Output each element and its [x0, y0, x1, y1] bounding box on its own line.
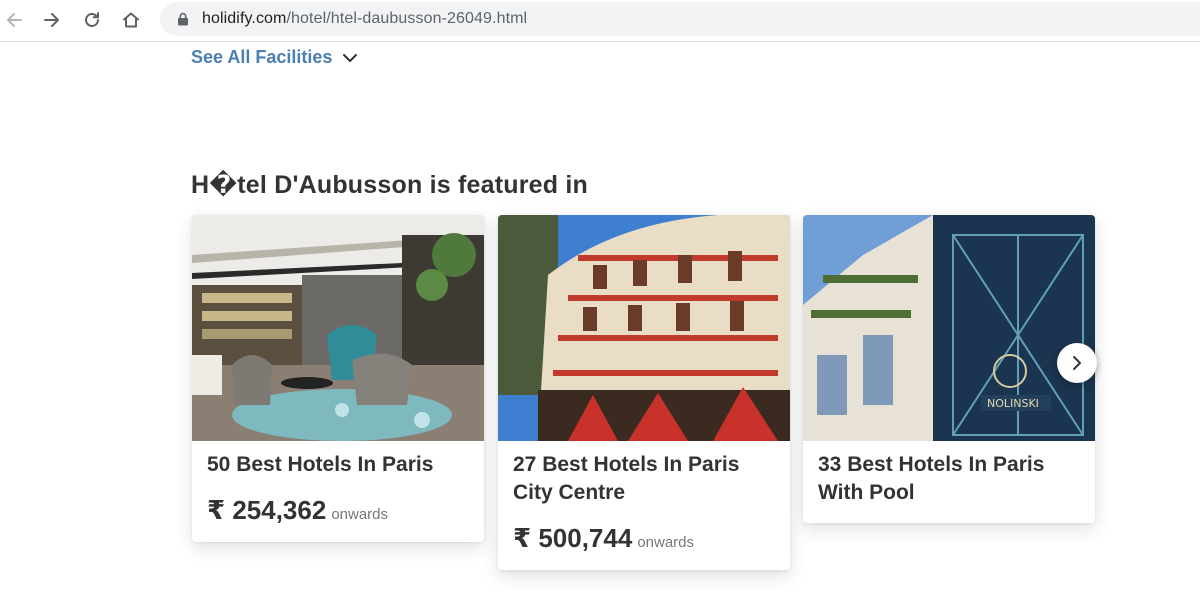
reload-button[interactable] [80, 8, 104, 32]
featured-card-50-best-hotels[interactable]: 50 Best Hotels In Paris ₹ 254,362 onward… [192, 215, 484, 542]
forward-button[interactable] [40, 8, 64, 32]
card-image-parisian-facade [498, 215, 790, 441]
card-body: 33 Best Hotels In Paris With Pool [803, 441, 1095, 523]
arrow-left-icon [7, 13, 22, 27]
price-amount: ₹ 500,744 [513, 523, 633, 553]
svg-text:NOLINSKI: NOLINSKI [987, 397, 1039, 410]
url-host: holidify.com [202, 10, 287, 27]
card-title: 27 Best Hotels In Paris City Centre [513, 453, 740, 504]
featured-card-27-best-hotels[interactable]: 27 Best Hotels In Paris City Centre ₹ 50… [498, 215, 790, 570]
chevron-down-icon [343, 53, 358, 62]
back-button[interactable] [2, 8, 26, 32]
see-all-facilities-label: See All Facilities [191, 47, 333, 67]
lock-icon [178, 12, 188, 26]
url-bar[interactable]: holidify.com/hotel/htel-daubusson-26049.… [160, 2, 1200, 36]
card-image-hotel-lounge [192, 215, 484, 441]
carousel-next-button[interactable] [1057, 343, 1097, 383]
url-path: /hotel/htel-daubusson-26049.html [286, 10, 528, 27]
card-title: 33 Best Hotels In Paris With Pool [818, 453, 1045, 504]
card-title: 50 Best Hotels In Paris [207, 453, 434, 476]
card-image-nolinski-entrance: NOLINSKI [803, 215, 1095, 441]
see-all-facilities-toggle[interactable]: See All Facilities [191, 47, 358, 68]
featured-card-list: 50 Best Hotels In Paris ₹ 254,362 onward… [192, 215, 1200, 594]
price-suffix: onwards [637, 534, 695, 551]
reload-icon [85, 12, 99, 27]
home-button[interactable] [119, 8, 143, 32]
home-icon [123, 12, 139, 28]
browser-toolbar: holidify.com/hotel/htel-daubusson-26049.… [0, 0, 1200, 42]
url-text: holidify.com/hotel/htel-daubusson-26049.… [202, 10, 527, 28]
card-price: ₹ 500,744 onwards [513, 523, 774, 554]
card-price: ₹ 254,362 onwards [207, 495, 468, 526]
chevron-right-icon [1073, 356, 1081, 370]
arrow-right-icon [44, 13, 59, 27]
card-body: 27 Best Hotels In Paris City Centre ₹ 50… [498, 441, 790, 570]
card-body: 50 Best Hotels In Paris ₹ 254,362 onward… [192, 441, 484, 542]
featured-section-title: H�tel D'Aubusson is featured in [191, 171, 588, 199]
featured-card-33-best-hotels[interactable]: NOLINSKI 33 Best Hotels In Paris With Po… [803, 215, 1095, 523]
price-suffix: onwards [331, 506, 389, 523]
price-amount: ₹ 254,362 [207, 495, 327, 525]
